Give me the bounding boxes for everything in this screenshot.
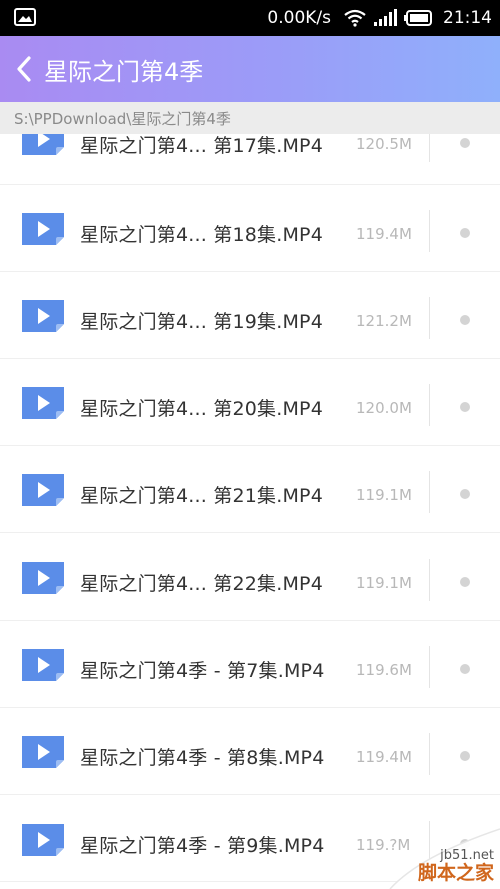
status-right: 0.00K/s 21:14 [267,0,492,36]
item-menu-dot[interactable] [460,402,470,412]
item-menu-dot[interactable] [460,577,470,587]
divider [429,384,430,426]
item-menu-dot[interactable] [460,489,470,499]
file-size: 120.0M [356,399,412,417]
signal-icon [374,9,397,26]
gallery-icon [14,8,36,26]
item-menu-dot[interactable] [460,228,470,238]
list-item[interactable]: 星际之门第4... 第22集.MP4 119.1M [0,534,500,621]
video-file-icon [22,824,64,856]
video-file-icon [22,213,64,245]
file-name: 星际之门第4... 第17集.MP4 [80,135,324,157]
divider [429,733,430,775]
file-size: 119.1M [356,486,412,504]
path-breadcrumb: S:\PPDownload\星际之门第4季 [0,102,500,134]
list-item[interactable]: 星际之门第4... 第18集.MP4 119.4M [0,185,500,272]
file-size: 119.1M [356,574,412,592]
file-name: 星际之门第4季 - 第7集.MP4 [80,660,325,682]
list-item[interactable]: 星际之门第4... 第20集.MP4 120.0M [0,359,500,446]
file-name: 星际之门第4... 第19集.MP4 [80,311,324,333]
file-name: 星际之门第4季 - 第9集.MP4 [80,835,325,857]
item-menu-dot[interactable] [460,751,470,761]
video-file-icon [22,300,64,332]
divider [429,471,430,513]
watermark-name: 脚本之家 [417,862,494,884]
file-size: 119.4M [356,748,412,766]
back-button[interactable] [4,36,44,102]
divider [429,559,430,601]
video-file-icon [22,562,64,594]
list-item[interactable]: 星际之门第4季 - 第8集.MP4 119.4M [0,708,500,795]
page-title: 星际之门第4季 [44,57,204,86]
divider [429,210,430,252]
watermark: jb51.net 脚本之家 [350,811,500,889]
item-menu-dot[interactable] [460,664,470,674]
wifi-icon [344,9,366,27]
video-file-icon [22,736,64,768]
file-list[interactable]: 星际之门第4... 第17集.MP4 120.5M 星际之门第4... 第18集… [0,100,500,889]
item-menu-dot[interactable] [460,138,470,148]
list-item[interactable]: 星际之门第4... 第19集.MP4 121.2M [0,272,500,359]
file-name: 星际之门第4季 - 第8集.MP4 [80,747,325,769]
path-text: S:\PPDownload\星际之门第4季 [14,109,231,128]
list-item[interactable]: 星际之门第4季 - 第7集.MP4 119.6M [0,621,500,708]
video-file-icon [22,649,64,681]
file-name: 星际之门第4... 第18集.MP4 [80,224,324,246]
file-size: 119.4M [356,225,412,243]
file-size: 119.6M [356,661,412,679]
header-bar: 星际之门第4季 [0,36,500,102]
file-name: 星际之门第4... 第20集.MP4 [80,398,324,420]
status-bar: 0.00K/s 21:14 [0,0,500,36]
net-speed: 0.00K/s [267,8,331,28]
list-item[interactable]: 星际之门第4... 第21集.MP4 119.1M [0,446,500,533]
clock: 21:14 [443,8,492,28]
file-name: 星际之门第4... 第21集.MP4 [80,485,324,507]
file-size: 120.5M [356,135,412,153]
item-menu-dot[interactable] [460,315,470,325]
file-size: 121.2M [356,312,412,330]
video-file-icon [22,474,64,506]
chevron-left-icon [17,56,31,82]
file-name: 星际之门第4... 第22集.MP4 [80,573,324,595]
divider [429,646,430,688]
video-file-icon [22,387,64,419]
divider [429,297,430,339]
battery-icon [404,10,432,26]
